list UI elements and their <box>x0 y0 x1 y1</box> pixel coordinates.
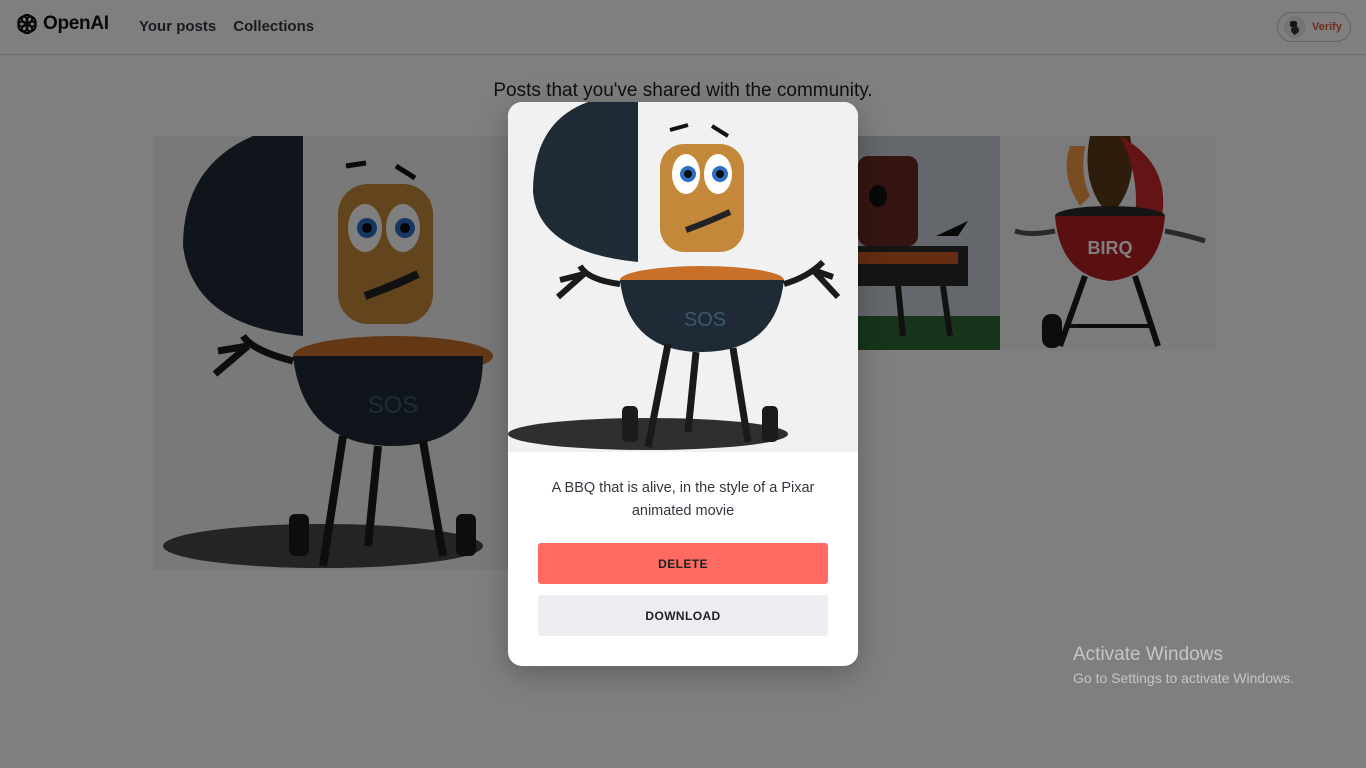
sos-text: SOS <box>684 309 726 331</box>
post-caption: A BBQ that is alive, in the style of a P… <box>551 480 815 519</box>
windows-activation-watermark: Activate Windows Go to Settings to activ… <box>1073 644 1294 686</box>
watermark-subtitle: Go to Settings to activate Windows. <box>1073 670 1294 686</box>
post-detail-modal: SOS A BBQ that is alive, in the style of… <box>508 102 858 666</box>
watermark-title: Activate Windows <box>1073 644 1223 665</box>
modal-image: SOS <box>508 102 858 452</box>
download-button[interactable]: DOWNLOAD <box>538 595 828 636</box>
bbq-sos-image: SOS <box>508 102 858 452</box>
delete-button[interactable]: DELETE <box>538 543 828 584</box>
